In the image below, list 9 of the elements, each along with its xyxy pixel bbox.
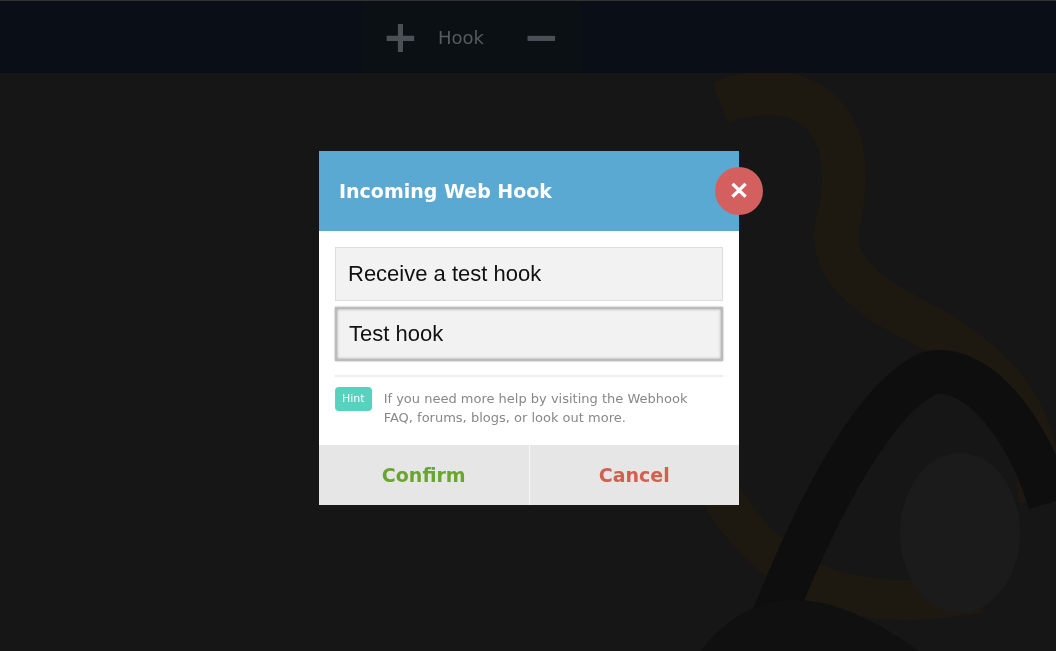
input-field[interactable]: Test hook bbox=[335, 307, 723, 361]
close-button[interactable]: ✕ bbox=[715, 167, 763, 215]
dialog-title: Incoming Web Hook bbox=[339, 180, 552, 202]
toolbar-label: Hook bbox=[438, 26, 484, 48]
remove-button[interactable]: − bbox=[523, 15, 560, 59]
input-field[interactable]: Receive a test hook bbox=[335, 247, 723, 301]
add-button[interactable]: + bbox=[382, 15, 419, 59]
hint-badge: Hint bbox=[335, 387, 372, 411]
hint-text: If you need more help by visiting the Webhook FAQ, forums, blogs, or look out more. bbox=[383, 390, 689, 427]
